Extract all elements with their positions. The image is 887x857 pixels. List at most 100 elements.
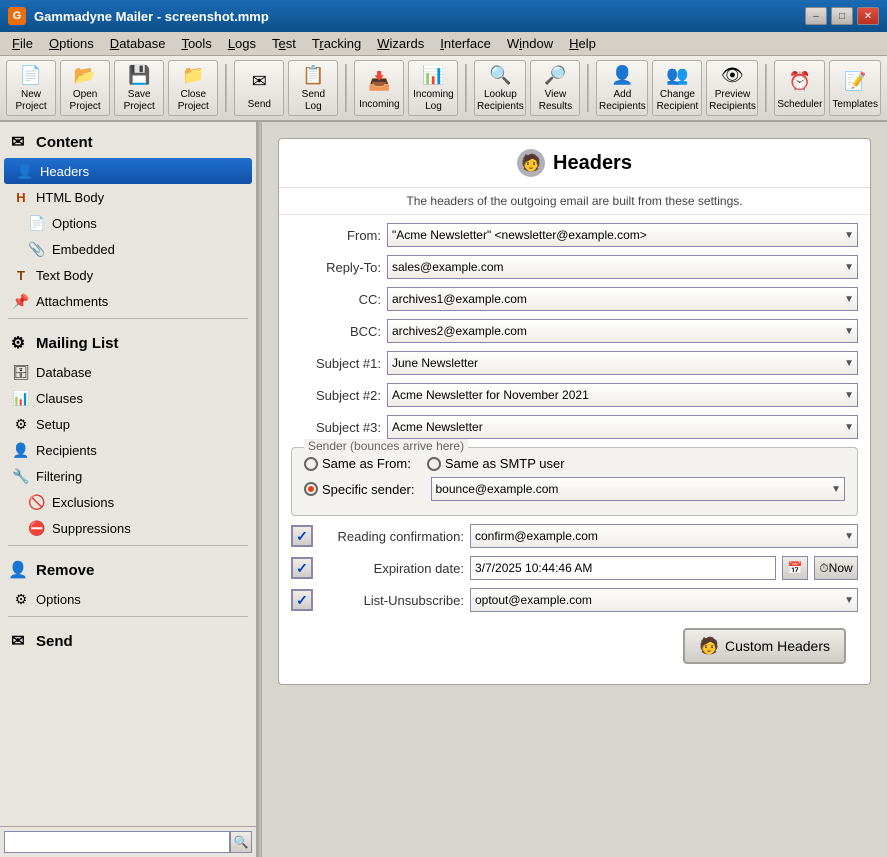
subject1-row: Subject #1: June Newsletter ▼ (291, 351, 858, 375)
sidebar: ✉ Content 👤 Headers H HTML Body 📄 Option… (0, 122, 258, 857)
bottom-bar: 🧑 Custom Headers (291, 620, 858, 676)
recipients-label: Recipients (36, 443, 97, 458)
menu-database[interactable]: Database (102, 34, 174, 53)
menu-interface[interactable]: Interface (432, 34, 499, 53)
save-project-button[interactable]: 💾 SaveProject (114, 60, 164, 116)
lookup-recipients-button[interactable]: 🔍 LookupRecipients (474, 60, 526, 116)
expiry-row: Expiration date: 📅 ⏱ Now (291, 556, 858, 580)
same-as-smtp-radio[interactable] (427, 457, 441, 471)
close-project-button[interactable]: 📁 CloseProject (168, 60, 218, 116)
templates-button[interactable]: 📝 Templates (829, 60, 881, 116)
remove-options-icon: ⚙ (12, 590, 30, 608)
sidebar-item-options[interactable]: 📄 Options (0, 210, 256, 236)
cc-select-wrapper: archives1@example.com ▼ (387, 287, 858, 311)
menu-tools[interactable]: Tools (173, 34, 219, 53)
headers-panel: 🧑 Headers The headers of the outgoing em… (278, 138, 871, 685)
remove-section-icon: 👤 (6, 558, 30, 582)
listunsubscribe-checkbox[interactable] (291, 589, 313, 611)
scheduler-button[interactable]: ⏰ Scheduler (774, 60, 825, 116)
lookup-recipients-label: LookupRecipients (477, 89, 524, 113)
toolbar: 📄 NewProject 📂 OpenProject 💾 SaveProject… (0, 56, 887, 122)
attachments-icon: 📌 (12, 292, 30, 310)
menu-help[interactable]: Help (561, 34, 604, 53)
sidebar-item-text-body[interactable]: T Text Body (0, 262, 256, 288)
new-project-button[interactable]: 📄 NewProject (6, 60, 56, 116)
sidebar-item-suppressions[interactable]: ⛔ Suppressions (0, 515, 256, 541)
send-log-button[interactable]: 📋 SendLog (288, 60, 338, 116)
specific-sender-select[interactable]: bounce@example.com (431, 477, 846, 501)
same-as-from-option[interactable]: Same as From: (304, 456, 411, 471)
maximize-button[interactable]: □ (831, 7, 853, 25)
suppressions-icon: ⛔ (28, 519, 46, 537)
menu-test[interactable]: Test (264, 34, 304, 53)
search-button[interactable]: 🔍 (230, 831, 252, 853)
reading-confirm-select[interactable]: confirm@example.com (470, 524, 858, 548)
search-input[interactable] (4, 831, 230, 853)
html-body-label: HTML Body (36, 190, 104, 205)
subject1-select[interactable]: June Newsletter (387, 351, 858, 375)
bcc-select[interactable]: archives2@example.com (387, 319, 858, 343)
sidebar-item-html-body[interactable]: H HTML Body (0, 184, 256, 210)
separator-5 (765, 64, 767, 112)
subject2-label: Subject #2: (291, 388, 381, 403)
sidebar-item-headers[interactable]: 👤 Headers (4, 158, 252, 184)
app-icon: G (8, 7, 26, 25)
from-select[interactable]: "Acme Newsletter" <newsletter@example.co… (387, 223, 858, 247)
listunsubscribe-label: List-Unsubscribe: (319, 593, 464, 608)
specific-sender-radio[interactable] (304, 482, 318, 496)
sidebar-item-setup[interactable]: ⚙ Setup (0, 411, 256, 437)
sidebar-item-remove-options[interactable]: ⚙ Options (0, 586, 256, 612)
cc-select[interactable]: archives1@example.com (387, 287, 858, 311)
expiry-input[interactable] (470, 556, 776, 580)
close-button[interactable]: ✕ (857, 7, 879, 25)
headers-icon: 👤 (16, 162, 34, 180)
minimize-button[interactable]: – (805, 7, 827, 25)
sidebar-item-clauses[interactable]: 📊 Clauses (0, 385, 256, 411)
expiry-now-button[interactable]: ⏱ Now (814, 556, 858, 580)
menu-wizards[interactable]: Wizards (369, 34, 432, 53)
same-as-smtp-option[interactable]: Same as SMTP user (427, 456, 565, 471)
sidebar-item-embedded[interactable]: 📎 Embedded (0, 236, 256, 262)
menu-window[interactable]: Window (499, 34, 561, 53)
text-body-label: Text Body (36, 268, 93, 283)
sidebar-item-attachments[interactable]: 📌 Attachments (0, 288, 256, 314)
listunsubscribe-select[interactable]: optout@example.com (470, 588, 858, 612)
send-button[interactable]: ✉ Send (234, 60, 284, 116)
templates-icon: 📝 (839, 65, 871, 97)
replyto-row: Reply-To: sales@example.com ▼ (291, 255, 858, 279)
change-recipient-button[interactable]: 👥 ChangeRecipient (652, 60, 702, 116)
sidebar-item-database[interactable]: 🗄 Database (0, 359, 256, 385)
subject2-select-wrapper: Acme Newsletter for November 2021 ▼ (387, 383, 858, 407)
same-as-from-radio[interactable] (304, 457, 318, 471)
expiry-calendar-button[interactable]: 📅 (782, 556, 808, 580)
menu-tracking[interactable]: Tracking (304, 34, 369, 53)
sidebar-item-filtering[interactable]: 🔧 Filtering (0, 463, 256, 489)
expiry-label: Expiration date: (319, 561, 464, 576)
separator-3 (465, 64, 467, 112)
view-results-button[interactable]: 🔎 ViewResults (530, 60, 580, 116)
sidebar-item-recipients[interactable]: 👤 Recipients (0, 437, 256, 463)
incoming-log-button[interactable]: 📊 IncomingLog (408, 60, 458, 116)
menu-logs[interactable]: Logs (220, 34, 264, 53)
cc-label: CC: (291, 292, 381, 307)
subject2-select[interactable]: Acme Newsletter for November 2021 (387, 383, 858, 407)
incoming-button[interactable]: 📥 Incoming (354, 60, 404, 116)
setup-label: Setup (36, 417, 70, 432)
subject3-select[interactable]: Acme Newsletter (387, 415, 858, 439)
sidebar-search: 🔍 (0, 826, 256, 857)
mailing-section-icon: ⚙ (6, 331, 30, 355)
add-recipients-button[interactable]: 👤 AddRecipients (596, 60, 648, 116)
panel-description: The headers of the outgoing email are bu… (279, 188, 870, 215)
custom-headers-button[interactable]: 🧑 Custom Headers (683, 628, 846, 664)
menu-options[interactable]: Options (41, 34, 102, 53)
expiry-checkbox[interactable] (291, 557, 313, 579)
preview-recipients-button[interactable]: 👁 PreviewRecipients (706, 60, 758, 116)
panel-title: 🧑 Headers (279, 139, 870, 188)
menu-file[interactable]: File (4, 34, 41, 53)
html-body-icon: H (12, 188, 30, 206)
specific-sender-option[interactable]: Specific sender: (304, 482, 415, 497)
reading-confirm-checkbox[interactable] (291, 525, 313, 547)
replyto-select[interactable]: sales@example.com (387, 255, 858, 279)
open-project-button[interactable]: 📂 OpenProject (60, 60, 110, 116)
sidebar-item-exclusions[interactable]: 🚫 Exclusions (0, 489, 256, 515)
